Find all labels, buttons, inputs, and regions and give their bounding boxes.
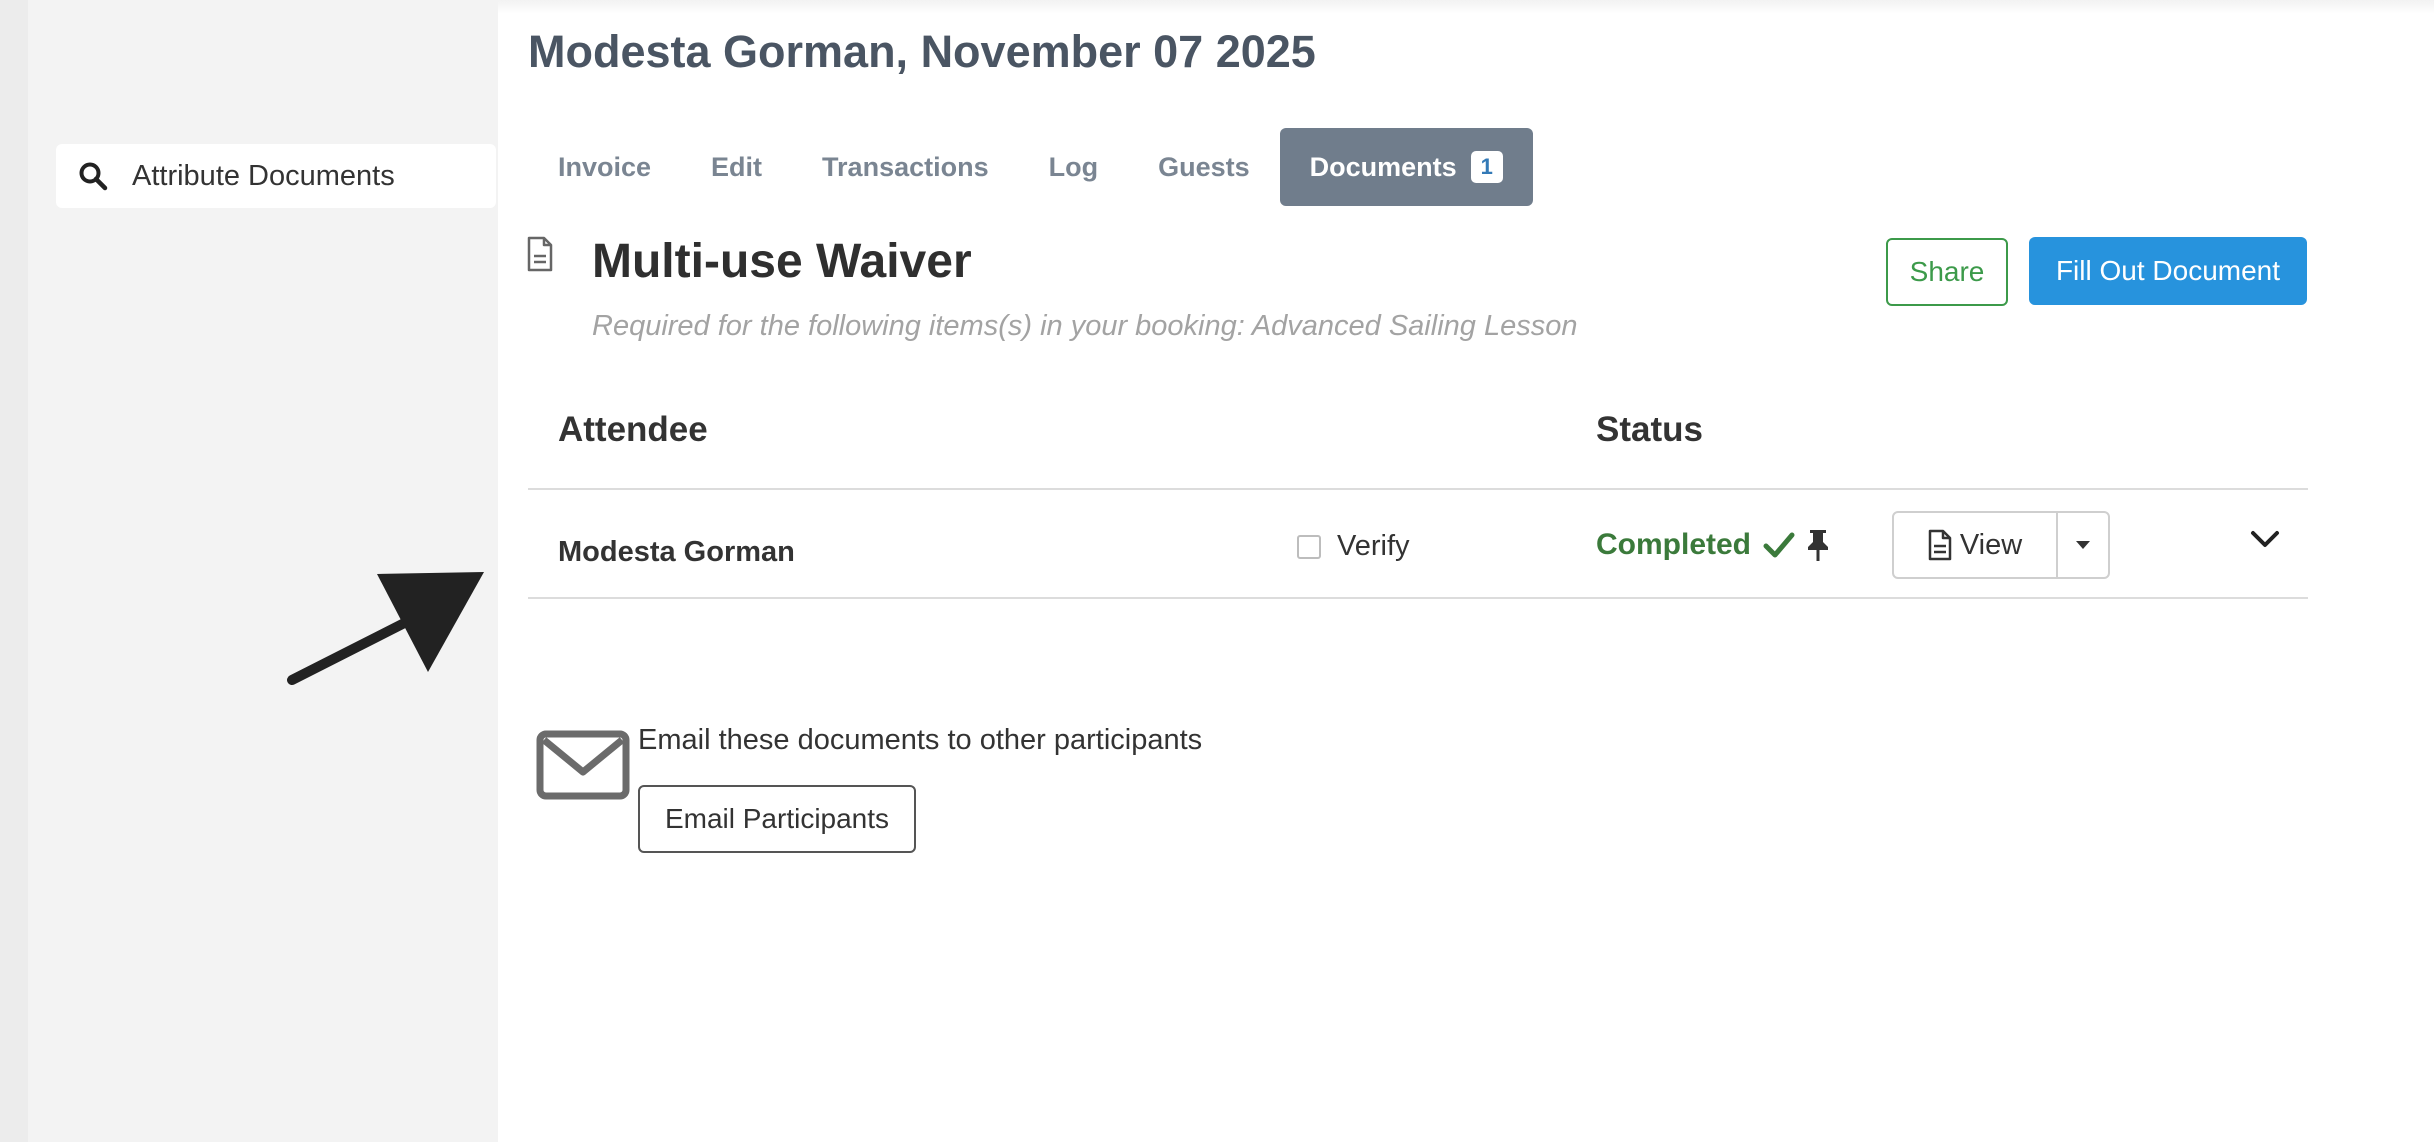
checkmark-icon [1763, 532, 1795, 558]
table-divider [528, 597, 2308, 599]
verify-checkbox-group[interactable]: Verify [1297, 530, 1410, 563]
status-column-header: Status [1596, 410, 1703, 449]
file-icon [527, 236, 553, 272]
file-icon [1928, 529, 1952, 561]
tab-label: Guests [1158, 151, 1250, 182]
attendee-column-header: Attendee [558, 410, 708, 449]
view-button-group: View [1892, 511, 2110, 579]
search-box[interactable]: Attribute Documents [56, 144, 496, 208]
tab-label: Invoice [558, 151, 652, 182]
tab-bar: Invoice Edit Transactions Log Guests Doc… [528, 128, 1533, 206]
envelope-icon [536, 730, 630, 800]
tab-edit[interactable]: Edit [681, 128, 792, 206]
table-divider [528, 488, 2308, 490]
tab-guests[interactable]: Guests [1128, 128, 1280, 206]
status-cell: Completed [1596, 528, 1831, 562]
pin-icon[interactable] [1805, 528, 1831, 562]
document-title: Multi-use Waiver [592, 235, 972, 288]
annotation-arrow-icon [287, 572, 484, 685]
view-button[interactable]: View [1894, 513, 2058, 577]
caret-down-icon [2076, 541, 2090, 549]
tab-transactions[interactable]: Transactions [792, 128, 1019, 206]
top-shade [498, 0, 2434, 14]
view-dropdown-toggle[interactable] [2058, 513, 2108, 577]
fill-out-document-button[interactable]: Fill Out Document [2029, 237, 2307, 305]
documents-count-badge: 1 [1470, 151, 1503, 183]
view-label: View [1959, 528, 2023, 561]
verify-checkbox[interactable] [1297, 534, 1321, 559]
email-participants-button[interactable]: Email Participants [638, 785, 916, 853]
tab-label: Edit [711, 151, 763, 182]
document-subtitle: Required for the following items(s) in y… [592, 310, 1578, 342]
tab-documents[interactable]: Documents 1 [1279, 128, 1533, 206]
page-title: Modesta Gorman, November 07 2025 [528, 26, 1316, 77]
status-badge: Completed [1596, 528, 1752, 561]
attendee-name: Modesta Gorman [558, 536, 795, 568]
tab-label: Transactions [822, 151, 989, 182]
tab-label: Log [1048, 151, 1099, 182]
email-participants-text: Email these documents to other participa… [638, 724, 1203, 756]
search-label: Attribute Documents [132, 159, 395, 192]
verify-label: Verify [1337, 530, 1410, 562]
share-button[interactable]: Share [1886, 238, 2008, 306]
tab-invoice[interactable]: Invoice [528, 128, 681, 206]
tab-log[interactable]: Log [1019, 128, 1128, 206]
tab-label: Documents [1309, 151, 1457, 182]
search-icon [79, 162, 108, 191]
chevron-down-icon[interactable] [2250, 528, 2280, 552]
